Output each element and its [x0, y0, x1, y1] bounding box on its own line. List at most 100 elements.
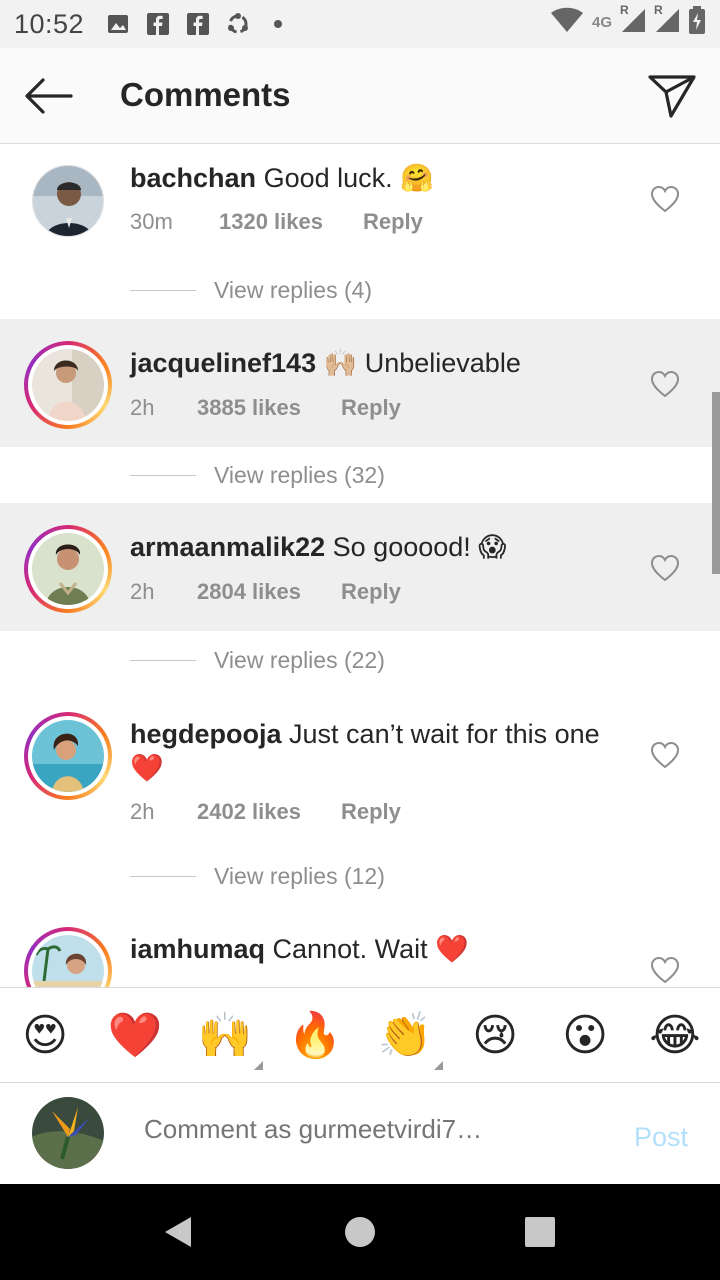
- sync-icon: [226, 12, 250, 36]
- reply-button[interactable]: Reply: [341, 799, 401, 825]
- heart-icon[interactable]: [650, 741, 680, 769]
- system-status-icons: 4G R R: [550, 3, 706, 39]
- divider-line: [130, 660, 196, 661]
- comment-username[interactable]: jacquelinef143: [130, 348, 316, 378]
- comment-likes[interactable]: 1320 likes: [219, 209, 323, 235]
- comment-username[interactable]: hegdepooja: [130, 719, 282, 749]
- view-replies-label: View replies (32): [214, 462, 385, 488]
- facebook-icon: [186, 12, 210, 36]
- reply-button[interactable]: Reply: [341, 579, 401, 605]
- my-avatar: [32, 1097, 104, 1169]
- comment-time: 30m: [130, 209, 173, 234]
- comment-body: Cannot. Wait ❤️: [272, 934, 469, 964]
- image-icon: [106, 12, 130, 36]
- emoji-glyph: 🙌: [197, 1010, 253, 1061]
- view-replies-button[interactable]: View replies (4): [130, 277, 372, 304]
- comment-likes[interactable]: 2804 likes: [197, 579, 301, 605]
- heart-icon[interactable]: [650, 956, 680, 984]
- comment-text: jacquelinef143 🙌🏼 Unbelievable: [130, 346, 630, 380]
- heart-icon[interactable]: [650, 554, 680, 582]
- roaming-badge: R: [654, 3, 663, 17]
- network-type-label: 4G: [591, 14, 612, 31]
- post-button[interactable]: Post: [634, 1122, 688, 1153]
- emoji-tears-of-joy[interactable]: 😂: [647, 1008, 703, 1064]
- avatar[interactable]: [24, 712, 112, 800]
- comment-meta: 2h 2804 likes Reply: [130, 579, 401, 605]
- status-time: 10:52: [14, 8, 85, 39]
- back-triangle-icon: [165, 1217, 191, 1247]
- app-header: Comments: [0, 48, 720, 144]
- comment-meta: 2h 3885 likes Reply: [130, 395, 401, 421]
- system-nav-bar: [0, 1184, 720, 1280]
- emoji-quick-bar: 😍 ❤️ 🙌 🔥 👏 😢 😮 😂: [0, 987, 720, 1083]
- comment-username[interactable]: iamhumaq: [130, 934, 265, 964]
- dot-icon: [266, 12, 290, 36]
- roaming-badge: R: [620, 3, 629, 17]
- avatar[interactable]: [24, 927, 112, 987]
- view-replies-button[interactable]: View replies (22): [130, 647, 385, 674]
- comment-text: hegdepooja Just can’t wait for this one …: [130, 717, 630, 785]
- comment-item: hegdepooja Just can’t wait for this one …: [0, 690, 720, 870]
- comment-body: So gooood! 😱: [332, 532, 507, 562]
- divider-line: [130, 876, 196, 877]
- comment-time: 2h: [130, 579, 155, 604]
- comment-item: iamhumaq Cannot. Wait ❤️: [0, 905, 720, 987]
- skin-tone-indicator: [254, 1061, 263, 1070]
- signal-icon: R: [654, 3, 680, 38]
- reply-button[interactable]: Reply: [363, 209, 423, 235]
- emoji-red-heart[interactable]: ❤️: [107, 1008, 163, 1064]
- avatar[interactable]: [32, 165, 104, 237]
- reply-button[interactable]: Reply: [341, 395, 401, 421]
- comment-body: 🙌🏼 Unbelievable: [323, 348, 521, 378]
- comments-list[interactable]: bachchan Good luck. 🤗 30m 1320 likes Rep…: [0, 145, 720, 987]
- divider-line: [130, 475, 196, 476]
- comment-text: iamhumaq Cannot. Wait ❤️: [130, 932, 630, 966]
- comment-meta: 30m 1320 likes Reply: [130, 209, 423, 235]
- home-circle-icon: [345, 1217, 375, 1247]
- emoji-fire[interactable]: 🔥: [287, 1008, 343, 1064]
- share-button[interactable]: [644, 70, 700, 122]
- emoji-glyph: 👏: [377, 1010, 433, 1061]
- nav-back-button[interactable]: [156, 1210, 200, 1254]
- emoji-surprised-face[interactable]: 😮: [557, 1008, 613, 1064]
- emoji-crying-face[interactable]: 😢: [467, 1008, 523, 1064]
- paper-plane-icon: [648, 75, 696, 118]
- view-replies-button[interactable]: View replies (32): [130, 462, 385, 489]
- view-replies-label: View replies (12): [214, 863, 385, 889]
- avatar[interactable]: [24, 341, 112, 429]
- view-replies-button[interactable]: View replies (12): [130, 863, 385, 890]
- nav-home-button[interactable]: [338, 1210, 382, 1254]
- page-title: Comments: [120, 76, 291, 113]
- facebook-icon: [146, 12, 170, 36]
- comment-body: Good luck. 🤗: [263, 163, 434, 193]
- arrow-left-icon: [25, 78, 73, 114]
- comment-text: bachchan Good luck. 🤗: [130, 161, 630, 195]
- avatar[interactable]: [24, 525, 112, 613]
- signal-icon: R: [620, 3, 646, 38]
- battery-charging-icon: [688, 6, 706, 39]
- comment-likes[interactable]: 3885 likes: [197, 395, 301, 421]
- nav-recents-button[interactable]: [518, 1210, 562, 1254]
- skin-tone-indicator: [434, 1061, 443, 1070]
- comment-text: armaanmalik22 So gooood! 😱: [130, 530, 630, 564]
- view-replies-label: View replies (4): [214, 277, 373, 303]
- emoji-heart-eyes[interactable]: 😍: [17, 1008, 73, 1064]
- comment-item: jacquelinef143 🙌🏼 Unbelievable 2h 3885 l…: [0, 319, 720, 447]
- comment-likes[interactable]: 2402 likes: [197, 799, 301, 825]
- heart-icon[interactable]: [650, 370, 680, 398]
- comment-username[interactable]: bachchan: [130, 163, 256, 193]
- emoji-raised-hands[interactable]: 🙌: [197, 1008, 263, 1070]
- comment-time: 2h: [130, 395, 155, 420]
- recents-square-icon: [525, 1217, 555, 1247]
- emoji-clapping-hands[interactable]: 👏: [377, 1008, 443, 1070]
- scrollbar[interactable]: [712, 392, 720, 574]
- comment-input[interactable]: [144, 1114, 544, 1145]
- comment-composer: Post: [0, 1084, 720, 1184]
- wifi-icon: [550, 7, 584, 38]
- comment-username[interactable]: armaanmalik22: [130, 532, 325, 562]
- back-button[interactable]: [20, 72, 76, 120]
- heart-icon[interactable]: [650, 185, 680, 213]
- notification-icons: [106, 12, 290, 36]
- comment-meta: 2h 2402 likes Reply: [130, 799, 401, 825]
- status-bar: 10:52 4G R R: [0, 0, 720, 48]
